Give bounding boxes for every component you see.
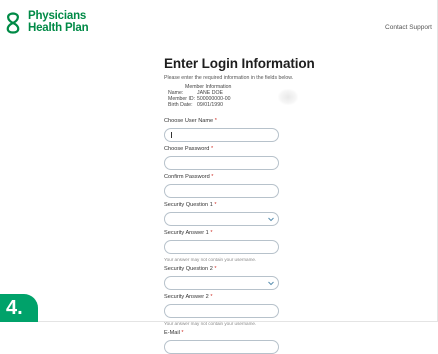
logo[interactable]: Physicians Health Plan bbox=[4, 10, 114, 36]
security-answer-2-label-text: Security Answer 2 bbox=[164, 294, 209, 300]
password-label-text: Choose Password bbox=[164, 146, 210, 152]
required-mark: * bbox=[210, 146, 214, 152]
security-answer-2-input[interactable] bbox=[164, 304, 279, 318]
blurred-region bbox=[278, 89, 298, 105]
page-subtitle: Please enter the required information in… bbox=[164, 75, 294, 81]
step-number: 4. bbox=[6, 297, 23, 319]
required-mark: * bbox=[214, 118, 217, 124]
security-question-1-label-text: Security Question 1 bbox=[164, 202, 213, 208]
logo-line2: Health Plan bbox=[28, 22, 89, 34]
required-mark: * bbox=[211, 174, 214, 180]
member-dob-label: Birth Date: bbox=[168, 102, 193, 108]
security-question-2-select[interactable] bbox=[164, 276, 279, 290]
username-label-text: Choose User Name bbox=[164, 118, 214, 124]
step-badge: 4. bbox=[0, 294, 38, 322]
logo-mark-icon bbox=[6, 12, 20, 34]
required-mark: * bbox=[214, 202, 217, 208]
email-input[interactable] bbox=[164, 340, 279, 354]
confirm-password-input[interactable] bbox=[164, 184, 279, 198]
required-mark: * bbox=[181, 330, 184, 336]
confirm-password-label-text: Confirm Password bbox=[164, 174, 210, 180]
member-dob-value: 09/01/1990 bbox=[197, 102, 223, 108]
page-title: Enter Login Information bbox=[164, 56, 315, 71]
security-question-2-label: Security Question 2 * bbox=[164, 266, 364, 273]
required-mark: * bbox=[214, 266, 217, 272]
security-answer-1-hint: Your answer may not contain your usernam… bbox=[164, 257, 257, 262]
email-label-text: E-Mail bbox=[164, 330, 180, 336]
required-mark: * bbox=[210, 294, 213, 300]
security-question-1-select[interactable] bbox=[164, 212, 279, 226]
confirm-password-label: Confirm Password * bbox=[164, 174, 364, 181]
contact-support-link[interactable]: Contact Support bbox=[385, 24, 432, 31]
password-input[interactable] bbox=[164, 156, 279, 170]
password-label: Choose Password * bbox=[164, 146, 364, 153]
email-label: E-Mail * bbox=[164, 330, 364, 337]
security-question-2-label-text: Security Question 2 bbox=[164, 266, 213, 272]
chevron-down-icon bbox=[268, 217, 274, 222]
security-answer-2-label: Security Answer 2 * bbox=[164, 294, 364, 301]
security-answer-1-input[interactable] bbox=[164, 240, 279, 254]
security-answer-1-label-text: Security Answer 1 bbox=[164, 230, 209, 236]
member-info: Member Information Name: JANE DOE Member… bbox=[168, 84, 364, 114]
username-label: Choose User Name * bbox=[164, 118, 364, 125]
required-mark: * bbox=[210, 230, 213, 236]
security-answer-1-label: Security Answer 1 * bbox=[164, 230, 364, 237]
username-input[interactable] bbox=[164, 128, 279, 142]
chevron-down-icon bbox=[268, 281, 274, 286]
login-form: Enter Login Information Please enter the… bbox=[164, 56, 364, 354]
security-question-1-label: Security Question 1 * bbox=[164, 202, 364, 209]
logo-line1: Physicians bbox=[28, 10, 87, 22]
text-cursor bbox=[171, 132, 172, 138]
logo-text: Physicians Health Plan bbox=[28, 10, 89, 34]
